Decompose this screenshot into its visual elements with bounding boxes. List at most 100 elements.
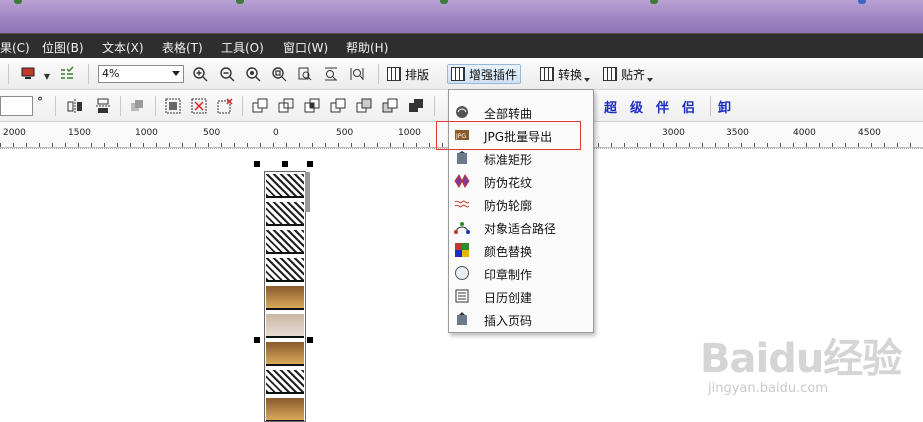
ruler-tick [728, 143, 729, 147]
simplify-icon[interactable] [329, 97, 347, 115]
ruler-label: 1000 [398, 128, 421, 138]
ruler-tick [26, 143, 27, 147]
boundary-icon[interactable] [407, 97, 425, 115]
zoom-in-icon[interactable] [191, 65, 209, 83]
intersect-icon[interactable] [303, 97, 321, 115]
zoom-height-icon[interactable] [348, 65, 366, 83]
menu-effects[interactable]: 果(C) [0, 39, 30, 56]
menu-item-anti-counterfeit-outline[interactable]: 防伪轮廓 [450, 193, 593, 216]
curve-convert-icon [454, 104, 470, 120]
checklist-icon[interactable] [58, 65, 76, 83]
ruler-tick [793, 143, 794, 147]
zoom-selected-icon[interactable] [244, 65, 262, 83]
menu-help[interactable]: 帮助(H) [346, 39, 388, 56]
ruler-tick [52, 143, 53, 147]
menu-item-standard-rectangle[interactable]: 标准矩形 [450, 147, 593, 170]
menu-item-label: 颜色替换 [484, 245, 533, 259]
ruler-tick [637, 143, 638, 147]
menu-item-insert-page-number[interactable]: 插入页码 [450, 308, 593, 331]
back-minus-front-icon[interactable] [381, 97, 399, 115]
zoom-out-icon[interactable] [218, 65, 236, 83]
ruler-tick [117, 143, 118, 147]
chevron-down-icon [584, 78, 591, 82]
menu-item-label: 日历创建 [484, 291, 533, 305]
ruler-tick [780, 143, 781, 147]
ruler-tick [910, 143, 911, 147]
ruler-tick [13, 143, 14, 147]
group-icon[interactable] [164, 97, 182, 115]
menu-table[interactable]: 表格(T) [162, 39, 203, 56]
menu-item-label: 全部转曲 [484, 107, 533, 121]
selection-handle[interactable] [254, 337, 260, 343]
ruler-label: 4500 [858, 128, 881, 138]
layout-button-label: 排版 [405, 67, 430, 82]
ruler-tick [741, 143, 742, 147]
selection-handle[interactable] [254, 161, 260, 167]
menu-item-anti-counterfeit-pattern[interactable]: 防伪花纹 [450, 170, 593, 193]
ruler-tick [832, 143, 833, 147]
ruler-tick [845, 143, 846, 147]
image-strip[interactable] [264, 171, 306, 422]
zoom-select[interactable]: 4% [98, 65, 184, 83]
combine-icon[interactable] [128, 97, 146, 115]
menu-window[interactable]: 窗口(W) [283, 39, 328, 56]
selection-handle[interactable] [307, 337, 313, 343]
mirror-vertical-icon[interactable] [94, 97, 112, 115]
ruler-tick [104, 143, 105, 147]
ruler-tick [884, 143, 885, 147]
outline-icon [454, 196, 470, 212]
menu-tools[interactable]: 工具(O) [221, 39, 264, 56]
ruler-tick [598, 143, 599, 147]
ruler-tick [91, 143, 92, 147]
ruler-tick [429, 143, 430, 147]
zoom-value: 4% [102, 67, 120, 80]
thumbnail [266, 314, 304, 338]
front-minus-back-icon[interactable] [355, 97, 373, 115]
ruler-tick [234, 143, 235, 147]
menu-item-stamp-making[interactable]: 印章制作 [450, 262, 593, 285]
ruler-tick [650, 143, 651, 147]
title-bar-decoration [236, 0, 244, 4]
menu-item-calendar-create[interactable]: 日历创建 [450, 285, 593, 308]
ruler-tick [403, 143, 404, 147]
selection-handle[interactable] [282, 161, 288, 167]
uninstall-button[interactable]: 卸 [718, 97, 731, 116]
ungroup-icon[interactable] [190, 97, 208, 115]
plugin-name-char: 伴 [656, 101, 670, 116]
title-bar-decoration [650, 0, 658, 4]
ruler-label: 4000 [793, 128, 816, 138]
toolbar-separator [378, 64, 379, 84]
menu-bitmap[interactable]: 位图(B) [42, 39, 84, 56]
snap-button[interactable]: 贴齐 [600, 64, 656, 84]
layout-button[interactable]: 排版 [384, 64, 432, 84]
mirror-horizontal-icon[interactable] [66, 97, 84, 115]
rotation-field[interactable] [0, 96, 33, 116]
stamp-icon [454, 265, 470, 281]
ruler-tick [143, 143, 144, 147]
display-icon[interactable] [19, 65, 37, 83]
chevron-down-icon[interactable]: ▼ [38, 67, 56, 85]
ruler-tick [351, 143, 352, 147]
menu-item-color-replace[interactable]: 颜色替换 [450, 239, 593, 262]
zoom-page-icon[interactable] [296, 65, 314, 83]
ruler-label: 0 [273, 128, 279, 138]
zoom-all-icon[interactable] [270, 65, 288, 83]
ruler-tick [624, 143, 625, 147]
ruler-tick [156, 143, 157, 147]
ruler-tick [858, 143, 859, 147]
menu-text[interactable]: 文本(X) [102, 39, 144, 56]
zoom-width-icon[interactable] [322, 65, 340, 83]
enhanced-plugins-button[interactable]: 增强插件 [447, 64, 522, 84]
ruler-tick [364, 143, 365, 147]
ruler-tick [611, 143, 612, 147]
strip-scrollbar[interactable] [305, 172, 310, 212]
thumbnail [266, 286, 304, 310]
convert-button[interactable]: 转换 [537, 64, 593, 84]
trim-icon[interactable] [277, 97, 295, 115]
ungroup-all-icon[interactable] [216, 97, 234, 115]
selection-handle[interactable] [307, 161, 313, 167]
ruler-tick [390, 143, 391, 147]
ruler-label: 1000 [135, 128, 158, 138]
weld-icon[interactable] [251, 97, 269, 115]
menu-item-fit-object-to-path[interactable]: 对象适合路径 [450, 216, 593, 239]
